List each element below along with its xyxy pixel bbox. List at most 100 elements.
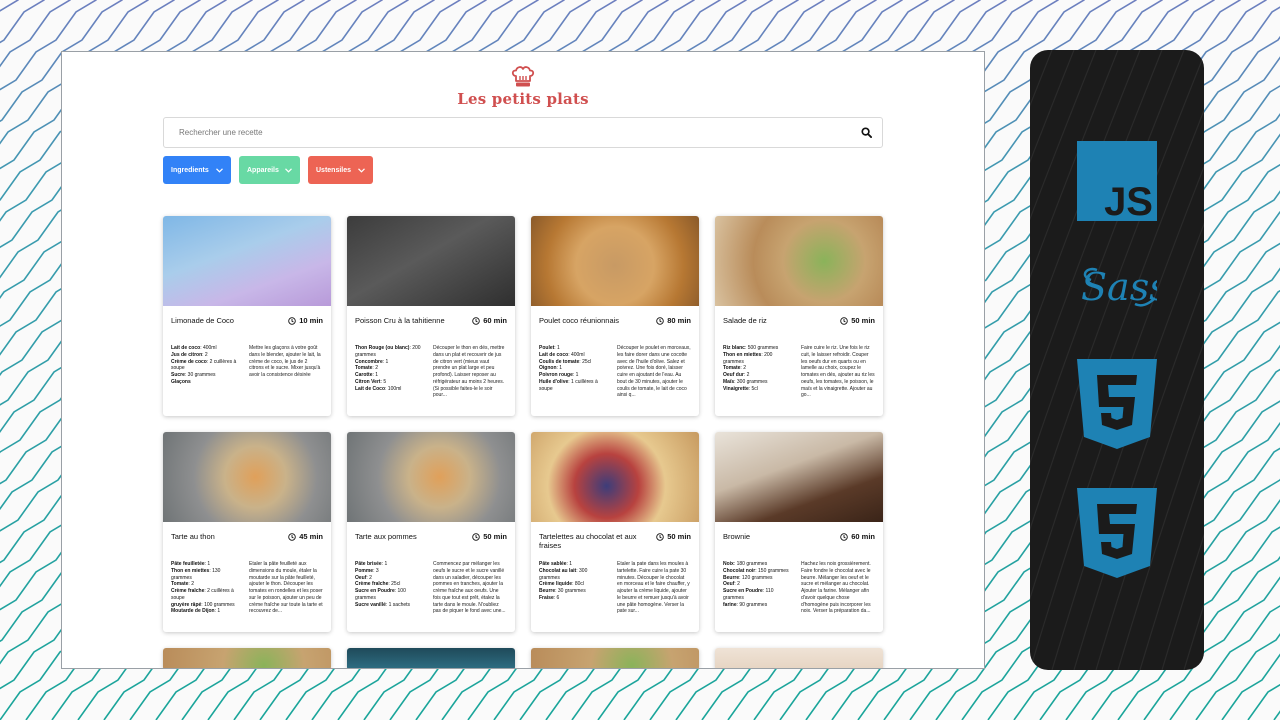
recipe-title: Tarte aux pommes <box>355 532 417 541</box>
recipe-card[interactable]: Tarte aux pommes 50 min Pâte brisée: 1 Pomm… <box>347 432 515 632</box>
ingredient-name: Chocolat au lait <box>539 567 577 574</box>
clock-icon <box>656 316 664 325</box>
recipe-details: Poulet: 1 Lait de coco: 400ml Coulis de to… <box>539 345 691 399</box>
ingredient-list: Thon Rouge (ou blanc): 200 grammes Concom… <box>355 345 425 399</box>
recipe-time: 50 min <box>472 532 507 541</box>
ingredient-name: Poivron rouge <box>539 372 573 378</box>
filter-label: Ustensiles <box>316 166 352 174</box>
recipe-description: Faire cuire le riz. Une fois le riz cuit… <box>801 345 875 399</box>
ingredient-quantity: : 120 grammes <box>739 574 773 581</box>
recipe-time-value: 50 min <box>667 532 691 541</box>
ingredient-name: gruyère râpé <box>171 601 202 608</box>
filter-ustensiles-button[interactable]: Ustensiles <box>308 156 373 184</box>
svg-text:Sass: Sass <box>1081 265 1157 309</box>
ingredient-name: Oeuf <box>355 574 367 581</box>
recipe-card-body: Poisson Cru à la tahitienne 60 min Thon Ro… <box>347 306 515 399</box>
ingredient-name: Concombre <box>355 358 383 365</box>
recipe-card-body: Tarte aux pommes 50 min Pâte brisée: 1 Pomm… <box>347 522 515 615</box>
ingredient-quantity: : 1 <box>214 608 221 615</box>
ingredient-quantity: : 2 <box>743 372 750 378</box>
ingredient-quantity: : 1 <box>572 372 579 378</box>
recipe-details: Thon Rouge (ou blanc): 200 grammes Concom… <box>355 345 507 399</box>
recipe-card-header: Tarte au thon 45 min <box>171 532 323 554</box>
ingredient-name: Pâte sablée <box>539 561 567 567</box>
filter-ingredients-button[interactable]: Ingredients <box>163 156 231 184</box>
ingredient-name: Fraise <box>539 594 554 601</box>
ingredient-quantity: : 80cl <box>572 581 585 588</box>
brand-title[interactable]: Les petits plats <box>62 90 984 108</box>
ingredient-quantity: : 150 grammes <box>755 567 789 574</box>
ingredient-list: Pâte feuilletée: 1 Thon en miettes: 130 g… <box>171 561 241 615</box>
ingredient-name: Noix <box>723 561 734 567</box>
ingredient-item: Sucre vanillé: 1 sachets <box>355 602 425 609</box>
filter-label: Ingredients <box>171 166 209 174</box>
ingredient-name: Lait de coco <box>539 351 569 358</box>
ingredient-item: Sucre en Poudre: 100 grammes <box>355 588 425 602</box>
ingredient-quantity: : 6 <box>553 594 560 601</box>
filter-appareils-button[interactable]: Appareils <box>239 156 300 184</box>
recipe-card[interactable] <box>715 648 883 668</box>
ingredient-name: Riz blanc <box>723 345 745 351</box>
recipe-time-value: 60 min <box>851 532 875 541</box>
recipe-card[interactable]: Salade de riz 50 min Riz blanc: 500 gramme… <box>715 216 883 416</box>
ingredient-name: Crème fraîche <box>355 581 389 588</box>
recipe-details: Noix: 180 grammes Chocolat noir: 150 gram… <box>723 561 875 615</box>
ingredient-quantity: : 500 grammes <box>744 345 779 351</box>
recipe-time: 60 min <box>840 532 875 541</box>
recipe-card-body: Tartelettes au chocolat et aux fraises 50… <box>531 522 699 615</box>
recipe-description: Découper le thon en dés, mettre dans un … <box>433 345 505 399</box>
recipe-time-value: 50 min <box>483 532 507 541</box>
recipe-card-header: Poulet coco réunionnais 80 min <box>539 316 691 338</box>
recipe-card[interactable] <box>347 648 515 668</box>
recipe-title: Salade de riz <box>723 316 767 325</box>
ingredient-item: Lait de Coco: 100ml <box>355 386 425 393</box>
chicken-plate-image <box>531 216 699 306</box>
recipe-card[interactable]: Brownie 60 min Noix: 180 grammes Chocolat n… <box>715 432 883 632</box>
clock-icon <box>472 532 480 541</box>
browser-window: Les petits plats Ingredients Appareils U… <box>61 51 985 669</box>
css3-icon <box>1077 488 1157 578</box>
ingredient-item: Lait de coco: 400ml <box>539 352 609 359</box>
ingredient-name: Oignon <box>539 365 557 372</box>
recipe-details: Lait de coco: 400ml Jus de citron: 2 Crème… <box>171 345 323 386</box>
recipe-card[interactable] <box>531 648 699 668</box>
ingredient-name: Oeuf dur <box>723 372 744 378</box>
ingredient-item: Fraise: 6 <box>539 595 609 602</box>
recipe-card[interactable]: Poulet coco réunionnais 80 min Poulet: 1 La… <box>531 216 699 416</box>
recipe-details: Riz blanc: 500 grammes Thon en miettes: 2… <box>723 345 875 399</box>
search-icon[interactable] <box>861 127 872 138</box>
ingredient-item: Pâte feuilletée: 1 <box>171 561 241 568</box>
recipe-details: Pâte feuilletée: 1 Thon en miettes: 130 g… <box>171 561 323 615</box>
ingredient-name: Chocolat noir <box>723 567 756 574</box>
ingredient-list: Pâte brisée: 1 Pomme: 3 Oeuf: 2 Crème fraîc… <box>355 561 425 615</box>
search-input[interactable] <box>179 128 861 137</box>
clock-icon <box>288 532 296 541</box>
ingredient-item: Glaçons <box>171 379 241 386</box>
recipe-card[interactable]: Limonade de Coco 10 min Lait de coco: 400m… <box>163 216 331 416</box>
ingredient-name: Beurre <box>539 588 556 594</box>
chevron-down-icon <box>285 167 292 173</box>
recipe-title: Tartelettes au chocolat et aux fraises <box>539 532 637 551</box>
recipe-time: 80 min <box>656 316 691 325</box>
chevron-down-icon <box>358 167 365 173</box>
ingredient-list: Pâte sablée: 1 Chocolat au lait: 300 gram… <box>539 561 609 615</box>
recipe-card[interactable]: Poisson Cru à la tahitienne 60 min Thon Ro… <box>347 216 515 416</box>
header: Les petits plats <box>62 52 984 116</box>
recipe-card[interactable]: Tartelettes au chocolat et aux fraises 50… <box>531 432 699 632</box>
recipe-details: Pâte sablée: 1 Chocolat au lait: 300 gram… <box>539 561 691 615</box>
recipe-card[interactable] <box>163 648 331 668</box>
apple-tart-image <box>347 432 515 522</box>
recipe-description: Hachez les noix grossièrement. Faire fon… <box>801 561 871 615</box>
recipe-details: Pâte brisée: 1 Pomme: 3 Oeuf: 2 Crème fraîc… <box>355 561 507 615</box>
recipe-card-header: Tarte aux pommes 50 min <box>355 532 507 554</box>
ingredient-item: Pomme: 3 <box>355 568 425 575</box>
ingredient-name: Pâte brisée <box>355 561 382 567</box>
ingredient-quantity: : 2 <box>734 581 740 588</box>
ingredient-name: Tomate <box>171 581 189 588</box>
brownie-image <box>715 432 883 522</box>
ingredient-name: Sucre <box>171 372 185 378</box>
ingredient-name: Beurre <box>723 574 740 581</box>
recipe-card[interactable]: Tarte au thon 45 min Pâte feuilletée: 1 Tho… <box>163 432 331 632</box>
ingredient-quantity: : 30 grammes <box>555 588 586 594</box>
ingredient-quantity: : 2 <box>372 365 378 372</box>
